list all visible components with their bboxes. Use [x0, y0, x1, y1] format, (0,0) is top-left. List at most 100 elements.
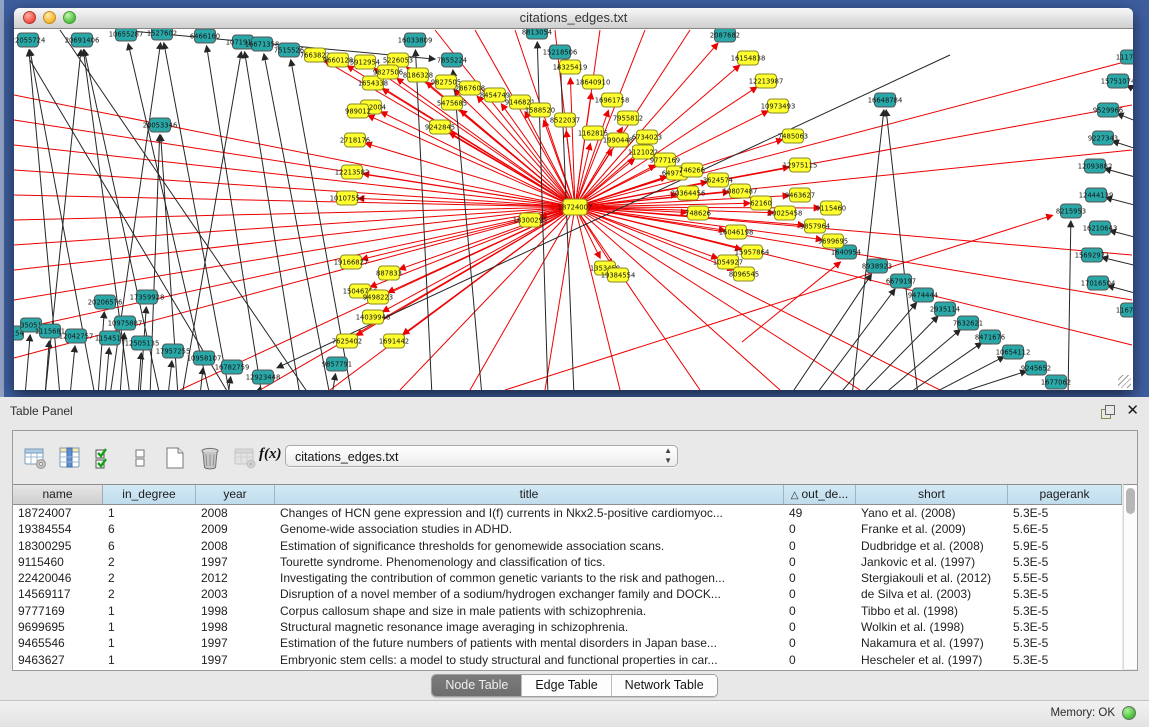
table-row[interactable]: 911546021997Tourette syndrome. Phenomeno…: [13, 554, 1122, 570]
table-cell[interactable]: 9777169: [13, 603, 103, 619]
table-cell[interactable]: 1997: [196, 635, 275, 651]
show-column-icon[interactable]: [57, 445, 83, 471]
resize-grip-icon[interactable]: [1118, 375, 1131, 388]
graph-edge[interactable]: [363, 174, 575, 207]
graph-edge[interactable]: [98, 312, 104, 390]
graph-node[interactable]: 5912954: [350, 55, 380, 69]
graph-node[interactable]: 15218506: [543, 45, 578, 59]
table-cell[interactable]: 0: [784, 521, 856, 537]
graph-node[interactable]: 746266: [679, 163, 705, 177]
graph-edge[interactable]: [505, 215, 1053, 390]
table-cell[interactable]: 2: [103, 554, 196, 570]
table-cell[interactable]: Corpus callosum shape and size in male p…: [275, 603, 784, 619]
graph-edge[interactable]: [1068, 221, 1071, 390]
table-cell[interactable]: de Silva et al. (2003): [856, 586, 1008, 602]
graph-node[interactable]: 17359928: [130, 290, 165, 304]
graph-node[interactable]: 9827506: [373, 65, 403, 79]
graph-node[interactable]: 8096545: [729, 267, 759, 281]
graph-node[interactable]: 15751074: [1101, 74, 1133, 88]
graph-edge[interactable]: [415, 50, 432, 390]
graph-node[interactable]: 7855224: [437, 53, 467, 67]
graph-node[interactable]: 12505135: [125, 336, 160, 350]
graph-edge[interactable]: [168, 361, 172, 390]
close-window-button[interactable]: [23, 11, 36, 24]
graph-node[interactable]: 12975115: [783, 158, 818, 172]
graph-edge[interactable]: [815, 289, 895, 390]
table-cell[interactable]: 6: [103, 521, 196, 537]
column-header-short[interactable]: short: [856, 485, 1008, 504]
graph-edge[interactable]: [1117, 114, 1133, 125]
graph-node[interactable]: 1167535: [1116, 303, 1133, 317]
table-cell[interactable]: 1997: [196, 652, 275, 668]
graph-node[interactable]: 9777169: [650, 153, 680, 167]
graph-node[interactable]: 10654112: [996, 345, 1031, 359]
graph-edge[interactable]: [575, 43, 718, 207]
table-cell[interactable]: 22420046: [13, 570, 103, 586]
table-cell[interactable]: Disruption of a novel member of a sodium…: [275, 586, 784, 602]
graph-edge[interactable]: [886, 110, 918, 390]
graph-edge[interactable]: [14, 207, 575, 270]
table-scrollbar-thumb[interactable]: [1126, 488, 1135, 514]
graph-edge[interactable]: [105, 348, 109, 390]
table-settings-icon[interactable]: [22, 445, 48, 471]
graph-node[interactable]: 16961758: [595, 93, 630, 107]
column-header-name[interactable]: name: [13, 485, 103, 504]
graph-node[interactable]: 10975887: [108, 316, 143, 330]
graph-node[interactable]: 9699695: [818, 234, 848, 248]
table-cell[interactable]: 5.9E-5: [1008, 538, 1122, 554]
table-selector-dropdown[interactable]: citations_edges.txt ▲▼: [285, 445, 678, 467]
table-cell[interactable]: 9699695: [13, 619, 103, 635]
graph-node[interactable]: 16154838: [731, 51, 766, 65]
table-cell[interactable]: 5.5E-5: [1008, 570, 1122, 586]
graph-edge[interactable]: [25, 335, 30, 390]
table-cell[interactable]: 1: [103, 619, 196, 635]
table-cell[interactable]: 1: [103, 603, 196, 619]
column-header-pagerank[interactable]: pagerank: [1008, 485, 1122, 504]
column-header-title[interactable]: title: [275, 485, 784, 504]
table-cell[interactable]: Changes of HCN gene expression and I(f) …: [275, 505, 784, 521]
graph-node[interactable]: 2935114: [930, 302, 960, 316]
graph-node[interactable]: 16648784: [868, 93, 903, 107]
graph-node[interactable]: 9660128: [323, 53, 353, 67]
table-cell[interactable]: 5.6E-5: [1008, 521, 1122, 537]
graph-node[interactable]: 3624574: [703, 173, 733, 187]
graph-node[interactable]: 8938923: [862, 259, 892, 273]
graph-node[interactable]: 15957864: [735, 245, 770, 259]
table-cell[interactable]: 18300295: [13, 538, 103, 554]
table-cell[interactable]: 5.3E-5: [1008, 586, 1122, 602]
tab-network-table[interactable]: Network Table: [611, 675, 717, 696]
graph-node[interactable]: 6679197: [886, 274, 916, 288]
graph-edge[interactable]: [860, 316, 938, 390]
delete-trash-icon[interactable]: [197, 445, 223, 471]
graph-node[interactable]: 10973493: [761, 99, 796, 113]
graph-node[interactable]: 17016504: [1081, 276, 1116, 290]
graph-node[interactable]: 1677062: [1041, 375, 1071, 389]
table-row[interactable]: 946554611997Estimation of the future num…: [13, 635, 1122, 651]
table-cell[interactable]: Structural magnetic resonance image aver…: [275, 619, 784, 635]
table-cell[interactable]: 0: [784, 603, 856, 619]
table-cell[interactable]: 14569117: [13, 586, 103, 602]
memory-status-icon[interactable]: [1122, 706, 1136, 720]
table-cell[interactable]: 9463627: [13, 652, 103, 668]
graph-node[interactable]: 9227343: [1088, 131, 1118, 145]
rows-icon[interactable]: [127, 445, 153, 471]
network-canvas[interactable]: 2205572420691406106552871527602646616010…: [14, 29, 1133, 390]
table-row[interactable]: 1456911722003Disruption of a novel membe…: [13, 586, 1122, 602]
graph-edge[interactable]: [928, 357, 1004, 390]
graph-node[interactable]: 8813054: [522, 29, 552, 39]
graph-node[interactable]: 8186328: [403, 68, 433, 82]
graph-node[interactable]: 14039948: [356, 310, 391, 324]
table-row[interactable]: 2242004622012Investigating the contribut…: [13, 570, 1122, 586]
graph-node[interactable]: 2718176: [340, 133, 370, 147]
graph-node[interactable]: 9529966: [1093, 103, 1123, 117]
graph-node[interactable]: 7625402: [332, 334, 362, 348]
graph-node[interactable]: 22055724: [14, 33, 45, 47]
tab-edge-table[interactable]: Edge Table: [521, 675, 610, 696]
table-cell[interactable]: Nakamura et al. (1997): [856, 635, 1008, 651]
graph-node[interactable]: 9857791: [322, 357, 352, 371]
graph-node[interactable]: 12093882: [1078, 159, 1113, 173]
graph-edge[interactable]: [14, 207, 575, 300]
table-cell[interactable]: 2008: [196, 505, 275, 521]
table-cell[interactable]: 1: [103, 635, 196, 651]
table-cell[interactable]: Yano et al. (2008): [856, 505, 1008, 521]
